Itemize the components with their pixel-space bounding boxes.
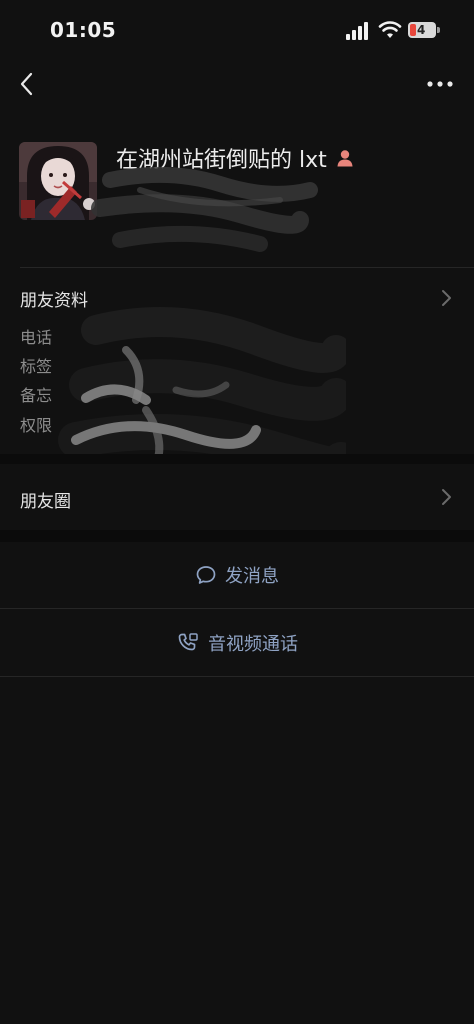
moments-label: 朋友圈 — [20, 492, 71, 512]
profile-header: 在湖州站街倒贴的 lxt — [0, 130, 474, 260]
back-button[interactable] — [12, 68, 44, 100]
empty-area — [0, 677, 474, 1024]
nickname: 在湖州站街倒贴的 lxt — [116, 148, 327, 173]
info-label-memo: 备忘 — [20, 386, 53, 405]
send-message-button[interactable]: 发消息 — [0, 542, 474, 608]
info-label-phone: 电话 — [20, 328, 53, 347]
more-button[interactable] — [424, 72, 456, 96]
status-time: 01:05 — [50, 18, 117, 42]
info-label-tags: 标签 — [20, 357, 53, 376]
divider — [0, 608, 474, 609]
divider — [20, 267, 474, 268]
send-message-label: 发消息 — [225, 566, 279, 587]
nav-bar — [0, 60, 474, 110]
av-call-button[interactable]: 音视频通话 — [0, 610, 474, 676]
moments-row[interactable]: 朋友圈 — [0, 464, 474, 530]
section-gap — [0, 530, 474, 542]
battery-level: 4 — [417, 23, 426, 37]
female-icon — [337, 150, 353, 167]
phone-video-icon — [178, 633, 198, 651]
chevron-right-icon — [442, 290, 451, 306]
av-call-label: 音视频通话 — [208, 634, 298, 655]
chevron-right-icon — [442, 489, 451, 505]
nickname-row: 在湖州站街倒贴的 lxt — [116, 142, 355, 174]
redaction-scribble — [91, 166, 318, 252]
avatar[interactable] — [19, 142, 97, 220]
info-label-permissions: 权限 — [20, 416, 53, 435]
cellular-signal-icon — [346, 22, 372, 40]
more-dots-icon — [427, 81, 453, 87]
friend-info-section[interactable]: 朋友资料 电话 标签 备忘 权限 — [0, 270, 474, 486]
friend-info-title: 朋友资料 — [20, 291, 88, 311]
chevron-left-icon — [20, 72, 33, 96]
section-gap — [0, 454, 474, 464]
status-bar: 01:05 4 — [0, 0, 474, 60]
chat-bubble-icon — [196, 566, 216, 584]
battery-icon: 4 — [408, 22, 440, 38]
battery-fill — [410, 24, 416, 36]
wifi-icon — [378, 21, 402, 38]
